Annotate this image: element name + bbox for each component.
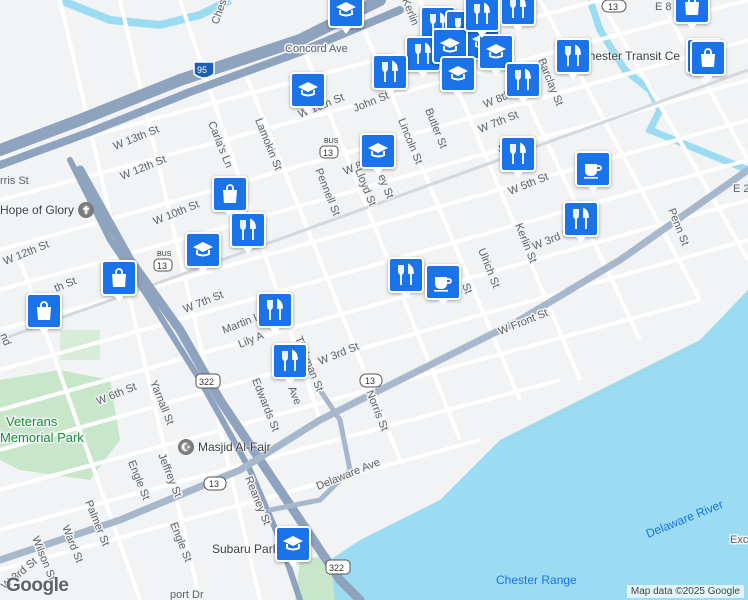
restaurant-icon <box>236 218 260 242</box>
school-icon <box>296 78 320 102</box>
map-marker-shopping-bag[interactable] <box>674 0 710 30</box>
label-harris: rris St <box>0 175 29 187</box>
restaurant-icon <box>561 44 585 68</box>
map-marker-school[interactable] <box>440 56 476 98</box>
label-park-line2: Memorial Park <box>0 430 84 445</box>
map-marker-restaurant[interactable] <box>563 201 599 243</box>
svg-text:13: 13 <box>323 148 333 158</box>
svg-text:13: 13 <box>209 479 219 489</box>
map-marker-restaurant[interactable] <box>464 0 500 38</box>
label-edge: Exc <box>730 534 748 546</box>
route322-shield-b: 322 <box>325 559 351 575</box>
school-icon <box>281 532 305 556</box>
label-concord-ave: Concord Ave <box>285 43 348 55</box>
hope-of-glory-label: Hope of Glory <box>0 203 75 217</box>
label-e2nd: E 2 <box>733 183 748 195</box>
svg-text:95: 95 <box>197 65 207 75</box>
svg-text:BUS: BUS <box>157 251 172 258</box>
masjid-label: Masjid Al-Fajr <box>198 440 271 454</box>
map-marker-school[interactable] <box>328 0 364 34</box>
school-icon <box>438 34 462 58</box>
route322-shield: 322 <box>195 373 221 389</box>
restaurant-icon <box>263 298 287 322</box>
map-attribution[interactable]: Map data ©2025 Google <box>626 585 744 598</box>
restaurant-icon <box>506 142 530 166</box>
map-marker-shopping-bag[interactable] <box>212 176 248 218</box>
label-airport: port Dr <box>170 589 204 600</box>
map-marker-restaurant[interactable] <box>272 343 308 385</box>
restaurant-icon <box>394 263 418 287</box>
google-logo: Google <box>6 575 69 596</box>
i95-shield: 95 <box>193 61 215 79</box>
map-marker-coffee[interactable] <box>575 151 611 193</box>
poi-masjid[interactable]: ☪ Masjid Al-Fajr <box>178 439 271 455</box>
us13-shield-mid: 13 <box>359 373 383 388</box>
school-icon <box>366 139 390 163</box>
map-marker-restaurant[interactable] <box>372 54 408 96</box>
map-marker-restaurant[interactable] <box>500 136 536 178</box>
restaurant-icon <box>378 60 402 84</box>
shopping-bag-icon <box>218 182 242 206</box>
map-marker-school[interactable] <box>275 526 311 568</box>
label-chester-range: Chester Range <box>496 573 577 587</box>
us13-shield-top: 13 <box>601 0 627 13</box>
church-icon: ✝ <box>78 202 95 218</box>
map-marker-restaurant[interactable] <box>388 257 424 299</box>
school-icon <box>334 0 358 22</box>
label-e8: E 8 <box>655 1 672 13</box>
us13-shield-low: 13 <box>203 476 227 491</box>
mosque-icon: ☪ <box>178 439 194 455</box>
poi-subaru-park[interactable]: Subaru Park <box>212 542 279 556</box>
coffee-icon <box>431 270 455 294</box>
chester-transit-label: Chester Transit Ce <box>580 49 681 63</box>
svg-text:13: 13 <box>608 2 618 12</box>
shopping-bag-icon <box>680 0 704 18</box>
poi-hope-of-glory[interactable]: Hope of Glory ✝ <box>0 202 95 218</box>
map-marker-restaurant[interactable] <box>257 292 293 334</box>
map-marker-restaurant[interactable] <box>505 62 541 104</box>
shopping-bag-icon <box>32 299 56 323</box>
shopping-bag-icon <box>696 46 720 70</box>
svg-text:13: 13 <box>157 261 167 271</box>
school-icon <box>191 238 215 262</box>
shopping-bag-icon <box>107 266 131 290</box>
restaurant-icon <box>470 2 494 26</box>
restaurant-icon <box>278 349 302 373</box>
map-marker-restaurant[interactable] <box>230 212 266 254</box>
restaurant-icon <box>511 68 535 92</box>
map-marker-school[interactable] <box>185 232 221 274</box>
map-marker-shopping-bag[interactable] <box>690 40 726 82</box>
map-marker-school[interactable] <box>360 133 396 175</box>
map-marker-restaurant[interactable] <box>500 0 536 32</box>
coffee-icon <box>581 157 605 181</box>
school-icon <box>446 62 470 86</box>
restaurant-icon <box>506 0 530 20</box>
restaurant-icon <box>569 207 593 231</box>
map-marker-school[interactable] <box>290 72 326 114</box>
svg-text:322: 322 <box>329 563 344 573</box>
school-icon <box>484 40 508 64</box>
svg-text:13: 13 <box>365 376 375 386</box>
bus13-shield-b: BUS 13 <box>153 251 173 272</box>
subaru-park-label: Subaru Park <box>212 542 279 556</box>
map-marker-shopping-bag[interactable] <box>101 260 137 302</box>
poi-chester-transit[interactable]: Chester Transit Ce <box>580 49 680 63</box>
label-park-line1: Veterans <box>6 414 58 429</box>
map-marker-restaurant[interactable] <box>555 38 591 80</box>
map-marker-coffee[interactable] <box>425 264 461 306</box>
svg-text:BUS: BUS <box>324 138 339 145</box>
map-marker-shopping-bag[interactable] <box>26 293 62 335</box>
svg-text:322: 322 <box>199 377 214 387</box>
